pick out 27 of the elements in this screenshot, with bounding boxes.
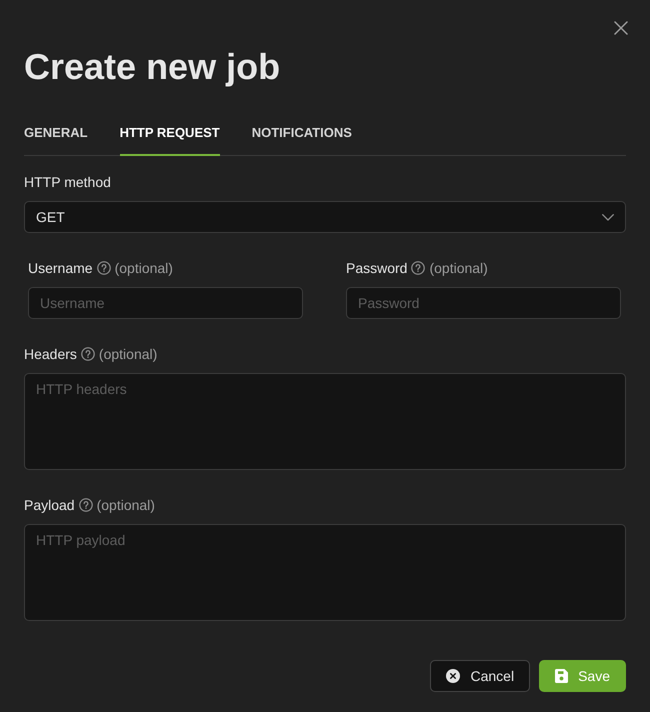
help-icon[interactable] xyxy=(411,261,426,275)
field-label: Payload xyxy=(24,497,75,513)
dialog-title: Create new job xyxy=(24,45,280,89)
field-label: Username xyxy=(28,260,93,276)
help-icon[interactable] xyxy=(78,498,93,512)
tab[interactable]: NOTIFICATIONS xyxy=(252,113,352,156)
help-icon[interactable] xyxy=(96,261,111,275)
close-button[interactable] xyxy=(614,21,628,35)
chevron-down-icon xyxy=(602,214,614,220)
text-area[interactable]: HTTP payload xyxy=(24,524,626,621)
optional-hint: (optional) xyxy=(429,260,488,276)
input-field[interactable]: Username xyxy=(28,287,303,319)
close-icon xyxy=(614,21,628,35)
optional-hint: (optional) xyxy=(98,346,158,362)
tab[interactable]: HTTP REQUEST xyxy=(120,113,220,156)
input-field[interactable]: Password xyxy=(346,287,621,319)
text-area[interactable]: HTTP headers xyxy=(24,373,626,470)
field-label: Headers xyxy=(24,346,77,362)
help-icon[interactable] xyxy=(80,347,95,361)
method-select[interactable]: GET xyxy=(24,201,626,233)
optional-hint: (optional) xyxy=(96,497,155,513)
field-label: HTTP method xyxy=(24,174,111,190)
tab[interactable]: GENERAL xyxy=(24,113,88,156)
cancel-circle-icon xyxy=(446,669,460,683)
cancel-button[interactable]: Cancel xyxy=(430,660,530,692)
optional-hint: (optional) xyxy=(114,260,173,276)
field-label: Password xyxy=(346,260,408,276)
